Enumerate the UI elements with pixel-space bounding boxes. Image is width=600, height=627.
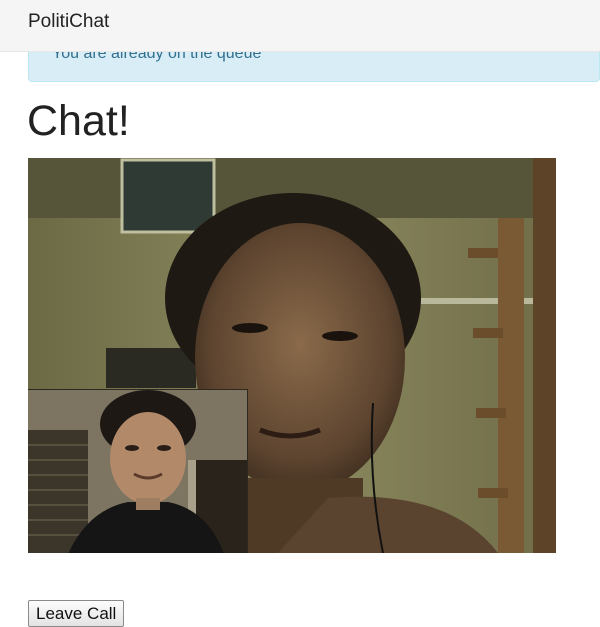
page-title: Chat! [27,97,130,145]
brand-link[interactable]: PolitiChat [28,11,109,33]
leave-call-button[interactable]: Leave Call [28,600,125,627]
local-video-frame [28,390,247,553]
local-video[interactable] [28,389,248,553]
navbar: PolitiChat [0,0,600,52]
